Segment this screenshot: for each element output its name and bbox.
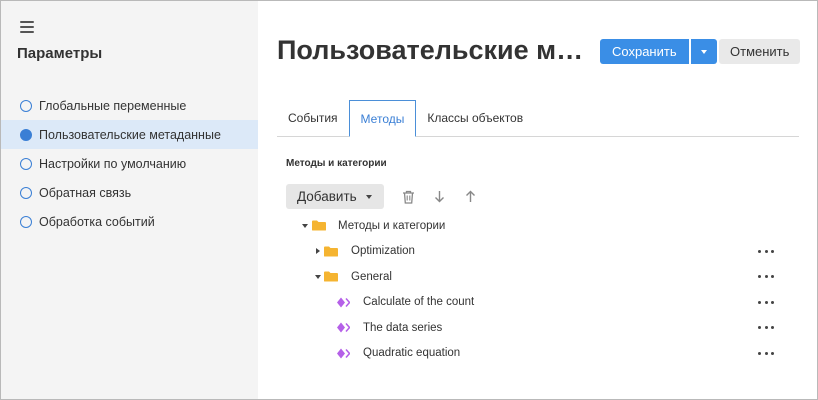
main-panel: Пользовательские метаданные Сохранить От… bbox=[258, 1, 817, 399]
tab-methods[interactable]: Методы bbox=[348, 100, 417, 137]
hamburger-icon[interactable] bbox=[20, 21, 34, 33]
tree-row-method[interactable]: The data series bbox=[258, 315, 799, 341]
sidebar-nav: Глобальные переменные Пользовательские м… bbox=[1, 91, 258, 236]
tree-row-general[interactable]: General bbox=[258, 264, 799, 290]
arrow-up-icon[interactable] bbox=[460, 186, 482, 208]
sidebar-item-label: Обратная связь bbox=[39, 185, 132, 200]
tree-label: Методы и категории bbox=[338, 219, 446, 232]
tree-label: Quadratic equation bbox=[363, 347, 461, 360]
sidebar-item-custom-metadata[interactable]: Пользовательские метаданные bbox=[1, 120, 258, 149]
arrow-down-icon[interactable] bbox=[429, 186, 451, 208]
folder-icon bbox=[324, 246, 338, 257]
save-button[interactable]: Сохранить bbox=[600, 39, 689, 64]
sidebar-item-label: Пользовательские метаданные bbox=[39, 127, 221, 142]
radio-icon bbox=[20, 186, 32, 199]
save-dropdown-button[interactable] bbox=[690, 39, 717, 64]
more-horizontal-icon[interactable] bbox=[758, 297, 774, 307]
trash-icon[interactable] bbox=[398, 186, 420, 208]
add-button-label: Добавить bbox=[297, 189, 357, 204]
sidebar-item-label: Глобальные переменные bbox=[39, 98, 187, 113]
chevron-down-icon bbox=[365, 194, 372, 199]
radio-icon bbox=[20, 99, 32, 112]
add-button[interactable]: Добавить bbox=[286, 184, 384, 209]
tree-label: General bbox=[351, 270, 392, 283]
radio-icon bbox=[20, 128, 32, 141]
caret-down-icon[interactable] bbox=[314, 273, 322, 281]
sidebar: Параметры Глобальные переменные Пользова… bbox=[1, 1, 258, 399]
tree-row-optimization[interactable]: Optimization bbox=[258, 239, 799, 265]
more-horizontal-icon[interactable] bbox=[758, 348, 774, 358]
tree-row-method[interactable]: Calculate of the count bbox=[258, 290, 799, 316]
sidebar-item-feedback[interactable]: Обратная связь bbox=[1, 178, 258, 207]
more-horizontal-icon[interactable] bbox=[758, 272, 774, 282]
methods-tree: Методы и категории Optimization General … bbox=[258, 213, 799, 366]
method-icon bbox=[337, 348, 350, 359]
section-title: Методы и категории bbox=[286, 158, 387, 169]
sidebar-item-label: Настройки по умолчанию bbox=[39, 156, 187, 171]
sidebar-item-label: Обработка событий bbox=[39, 214, 155, 229]
folder-icon bbox=[324, 271, 338, 282]
more-horizontal-icon[interactable] bbox=[758, 323, 774, 333]
tree-row-root[interactable]: Методы и категории bbox=[258, 213, 799, 239]
method-icon bbox=[337, 297, 350, 308]
more-horizontal-icon[interactable] bbox=[758, 246, 774, 256]
tree-row-method[interactable]: Quadratic equation bbox=[258, 341, 799, 367]
sidebar-item-event-handling[interactable]: Обработка событий bbox=[1, 207, 258, 236]
save-button-group: Сохранить bbox=[600, 39, 717, 64]
sidebar-title: Параметры bbox=[17, 45, 103, 62]
page-title: Пользовательские метаданные bbox=[277, 35, 597, 65]
caret-down-icon[interactable] bbox=[301, 222, 309, 230]
tree-label: Optimization bbox=[351, 245, 415, 258]
folder-icon bbox=[312, 220, 326, 231]
window: Параметры Глобальные переменные Пользова… bbox=[0, 0, 818, 400]
chevron-down-icon bbox=[700, 49, 707, 54]
caret-right-icon[interactable] bbox=[314, 247, 322, 255]
tree-label: The data series bbox=[363, 321, 443, 334]
method-icon bbox=[337, 322, 350, 333]
tab-object-classes[interactable]: Классы объектов bbox=[416, 99, 534, 136]
sidebar-item-default-settings[interactable]: Настройки по умолчанию bbox=[1, 149, 258, 178]
sidebar-item-global-variables[interactable]: Глобальные переменные bbox=[1, 91, 258, 120]
tab-events[interactable]: События bbox=[277, 99, 349, 136]
radio-icon bbox=[20, 215, 32, 228]
tree-toolbar: Добавить bbox=[286, 184, 482, 209]
tab-bar: События Методы Классы объектов bbox=[277, 100, 799, 137]
cancel-button[interactable]: Отменить bbox=[719, 39, 801, 64]
radio-icon bbox=[20, 157, 32, 170]
tree-label: Calculate of the count bbox=[363, 296, 475, 309]
